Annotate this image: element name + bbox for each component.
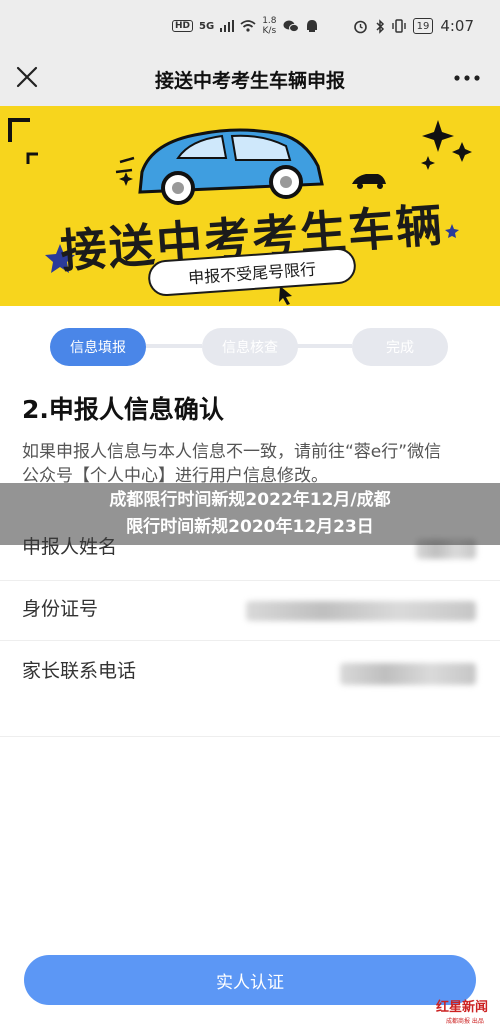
form-row-id: 身份证号	[0, 581, 500, 641]
wifi-icon	[240, 20, 256, 32]
status-bar: HD 5G 1.8 K/s 19 4:07	[0, 0, 500, 52]
headline-line-2: 限行时间新规2020年12月23日	[126, 517, 374, 537]
network-label: 5G	[199, 20, 215, 32]
step-connector	[146, 344, 202, 348]
battery-indicator: 19	[412, 18, 434, 34]
network-speed: 1.8 K/s	[262, 16, 277, 36]
watermark-logo: 红星新闻	[436, 1000, 489, 1015]
field-value-id-blurred	[246, 601, 476, 621]
headline-line-1: 成都限行时间新规2022年12月/成都	[109, 490, 391, 510]
field-label-phone: 家长联系电话	[22, 660, 137, 682]
section-title: 2.申报人信息确认	[22, 395, 224, 424]
app-notification-icon	[306, 20, 317, 32]
promo-banner: 接送中考考生车辆 申报不受尾号限行	[0, 106, 500, 306]
progress-stepper: 信息填报 信息核查 完成	[0, 306, 500, 386]
form-row-phone: 家长联系电话	[0, 641, 500, 737]
wechat-icon	[283, 20, 299, 33]
step-complete: 完成	[352, 328, 448, 366]
field-value-phone-blurred	[340, 663, 476, 685]
close-icon[interactable]	[12, 62, 42, 92]
step-info-fill: 信息填报	[50, 328, 146, 366]
signal-icon	[220, 20, 235, 32]
real-name-verify-button[interactable]: 实人认证	[24, 955, 476, 1005]
nav-bar: 接送中考考生车辆申报	[0, 52, 500, 106]
more-icon[interactable]	[452, 66, 482, 90]
page-title: 接送中考考生车辆申报	[154, 69, 345, 92]
clock: 4:07	[440, 17, 474, 35]
vibrate-icon	[391, 19, 406, 33]
field-label-id: 身份证号	[22, 598, 99, 620]
info-notice: 如果申报人信息与本人信息不一致，请前往“蓉e行”微信公众号【个人中心】进行用户信…	[22, 442, 442, 486]
step-info-check: 信息核查	[202, 328, 298, 366]
hd-badge: HD	[172, 20, 194, 32]
bluetooth-icon	[376, 18, 384, 34]
headline-overlay: 成都限行时间新规2022年12月/成都 限行时间新规2020年12月23日	[0, 483, 500, 545]
alarm-icon	[353, 20, 367, 33]
step-connector	[296, 344, 352, 348]
watermark-sub: 成都商报 出品	[446, 1018, 484, 1025]
